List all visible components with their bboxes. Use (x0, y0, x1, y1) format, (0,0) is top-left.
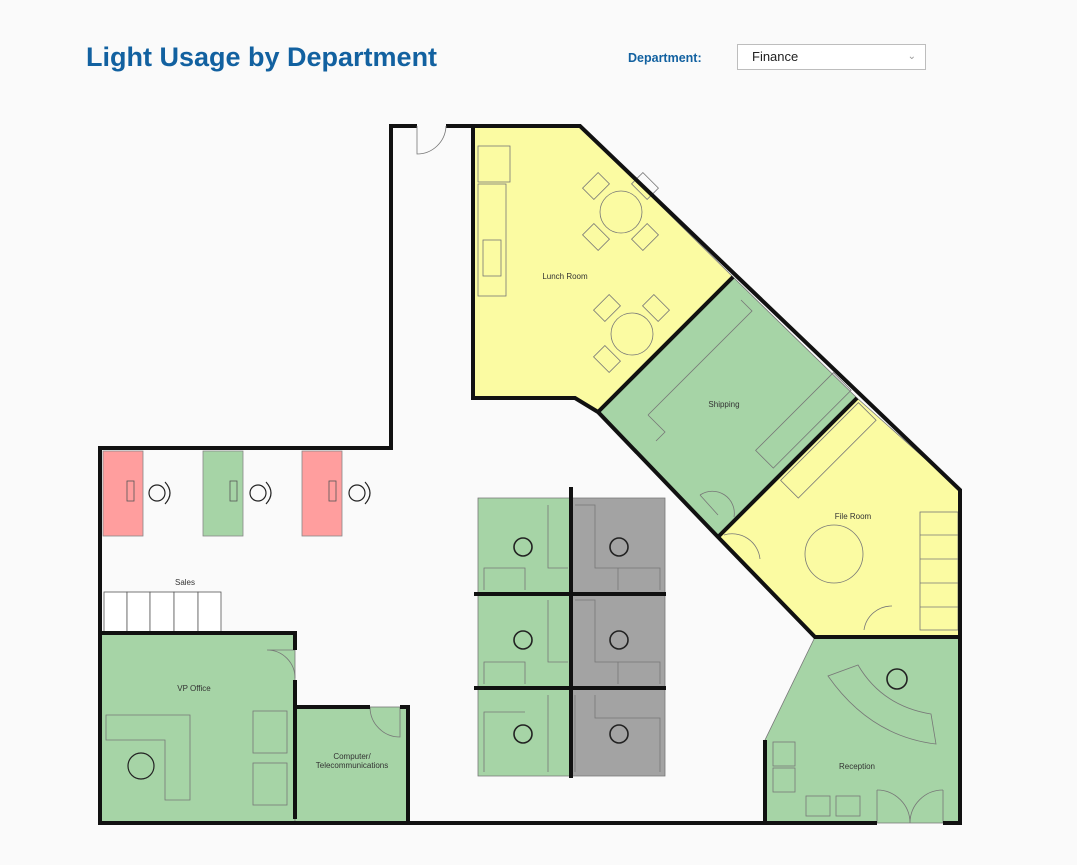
cubicle-3[interactable] (477, 593, 572, 689)
cubicle-5[interactable] (477, 687, 572, 777)
lunch-room-label: Lunch Room (542, 272, 588, 281)
sales-desk-3[interactable] (301, 450, 343, 537)
file-room-label: File Room (835, 512, 872, 521)
vp-office-zone[interactable] (99, 632, 296, 824)
computer-room-label-line1: Computer/ (333, 752, 371, 761)
vp-office-label: VP Office (177, 684, 211, 693)
reception-label: Reception (839, 762, 875, 771)
computer-room-label-line2: Telecommunications (316, 761, 388, 770)
shipping-label: Shipping (708, 400, 739, 409)
sales-storage (103, 591, 222, 633)
floor-plan: Lunch Room Shipping File Room Reception … (98, 124, 962, 825)
sales-desk-1[interactable] (102, 450, 144, 537)
sales-desk-2[interactable] (202, 450, 244, 537)
main-entry-door (416, 125, 447, 155)
cubicle-6[interactable] (570, 687, 666, 777)
reception-zone[interactable] (764, 636, 961, 824)
sales-label: Sales (175, 578, 195, 587)
cubicle-1[interactable] (477, 497, 572, 595)
sales-desk-1-zone (102, 450, 144, 537)
